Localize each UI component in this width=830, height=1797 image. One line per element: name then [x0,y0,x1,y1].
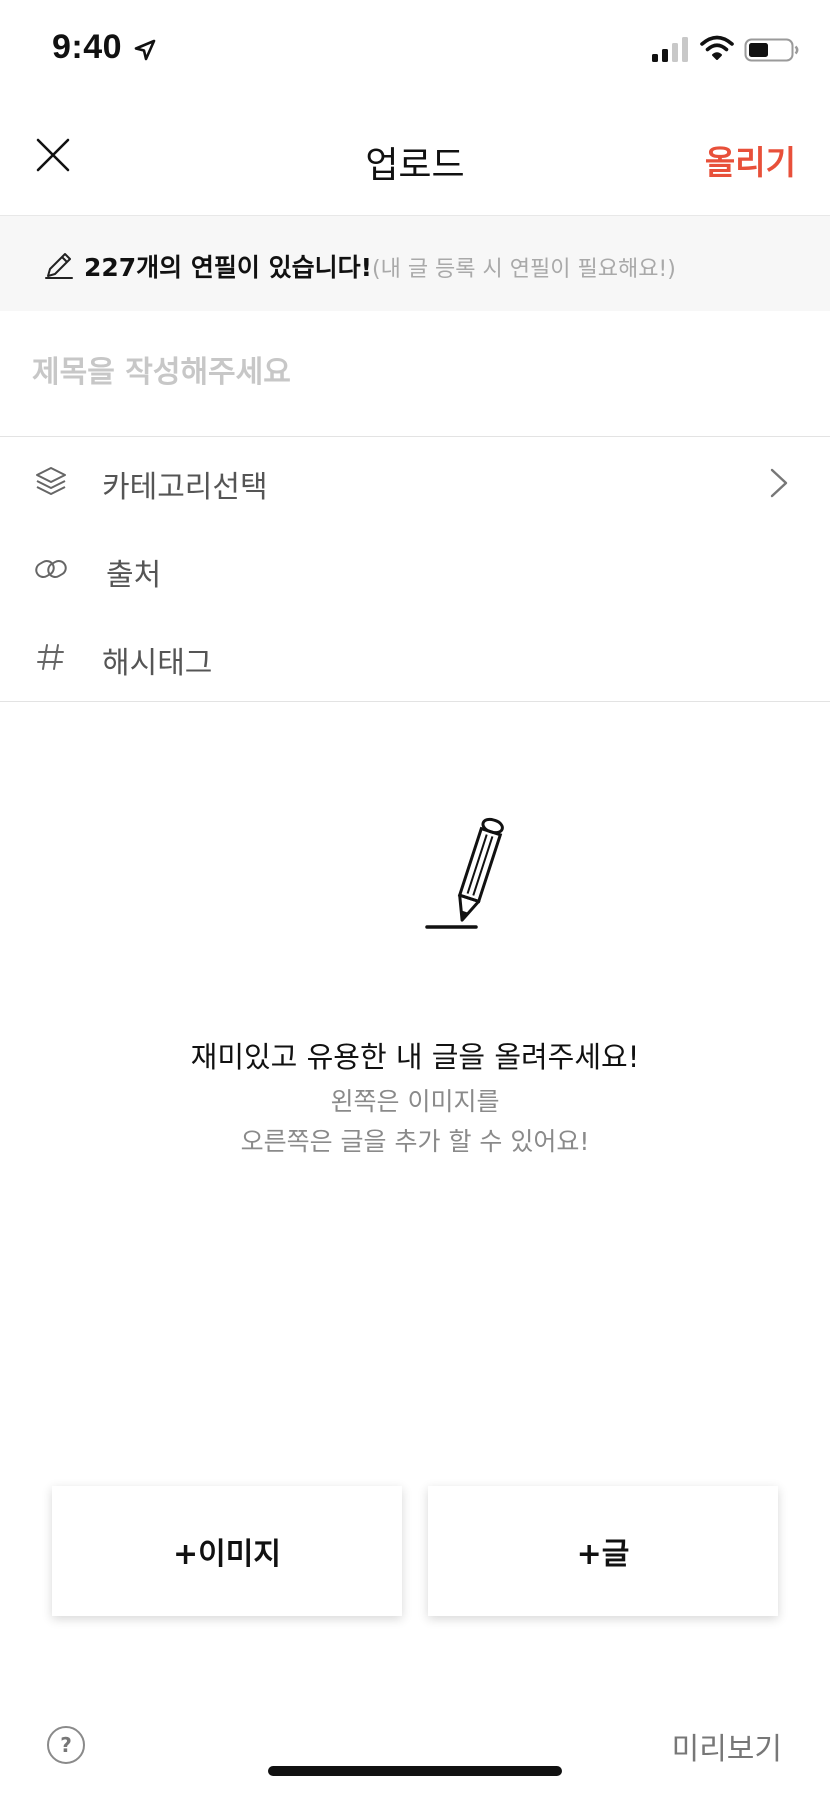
hashtag-label: 해시태그 [102,646,213,681]
location-arrow-icon [134,39,156,61]
hashtag-icon [37,644,64,670]
pencil-count-text: 227개의 연필이 있습니다! [84,253,372,282]
title-input[interactable] [32,342,792,402]
wifi-icon [700,35,734,60]
upload-button[interactable]: 올리기 [705,136,796,184]
add-text-button[interactable]: +글 [428,1486,778,1616]
layers-icon [36,467,66,495]
pencil-writing-icon [425,817,504,929]
battery-icon [744,38,799,62]
home-indicator [268,1766,562,1776]
hashtag-row[interactable]: 해시태그 [0,616,830,704]
nav-bar: 업로드 올리기 [0,100,830,216]
help-icon: ? [60,1733,72,1757]
title-input-container [0,312,830,437]
category-label: 카테고리선택 [102,470,268,505]
status-bar: 9:40 [0,0,830,100]
pencil-note-text: (내 글 등록 시 연필이 필요해요!) [372,257,676,282]
empty-state-title: 재미있고 유용한 내 글을 올려주세요! [190,1040,640,1074]
link-icon [35,560,67,578]
chevron-right-icon [770,468,788,498]
pencil-count-banner: 227개의 연필이 있습니다!(내 글 등록 시 연필이 필요해요!) [0,216,830,311]
banner-text: 227개의 연필이 있습니다!(내 글 등록 시 연필이 필요해요!) [84,248,676,284]
pencil-icon [45,253,73,279]
category-select-row[interactable]: 카테고리선택 [0,440,830,528]
empty-state-line1: 왼쪽은 이미지를 [330,1087,500,1116]
add-image-button[interactable]: +이미지 [52,1486,402,1616]
source-label: 출처 [106,558,162,593]
help-button[interactable]: ? [47,1726,85,1764]
divider [0,701,830,702]
cellular-signal-icon [652,37,688,62]
preview-button[interactable]: 미리보기 [672,1724,782,1768]
source-row[interactable]: 출처 [0,528,830,616]
empty-state-line2: 오른쪽은 글을 추가 할 수 있어요! [240,1127,590,1156]
status-time: 9:40 [52,28,123,66]
